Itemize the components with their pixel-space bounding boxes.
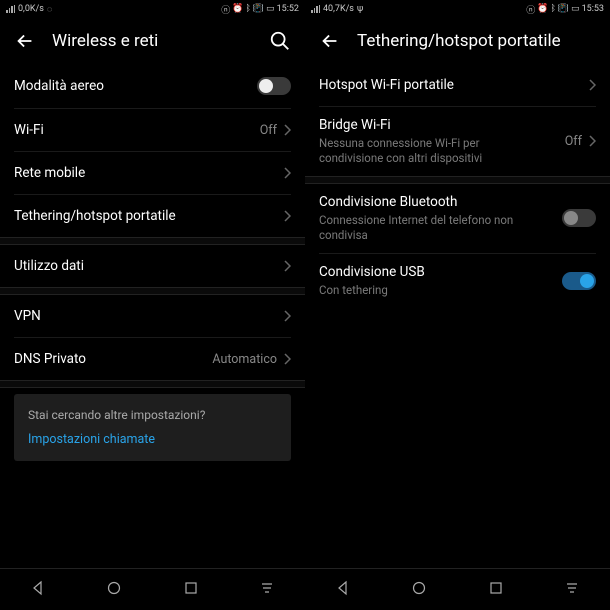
signal-icon: [6, 5, 15, 13]
status-time: 15:53: [582, 4, 604, 14]
battery-icon: ▭: [571, 4, 580, 14]
alarm-icon: ⏰: [232, 4, 243, 14]
mobile-network-item[interactable]: Rete mobile: [0, 152, 305, 194]
battery-icon: ▭: [266, 4, 275, 14]
chevron-right-icon: [283, 353, 291, 365]
nav-back-icon[interactable]: [30, 580, 46, 600]
navigation-bar: [305, 568, 610, 610]
airplane-mode-item[interactable]: Modalità aereo: [0, 64, 305, 108]
usb-toggle[interactable]: [562, 272, 596, 290]
vibrate-icon: 📳: [558, 4, 569, 14]
usb-label: Condivisione USB: [319, 264, 425, 280]
mobile-label: Rete mobile: [14, 165, 85, 181]
wifi-item[interactable]: Wi-Fi Off: [0, 109, 305, 151]
nfc-icon: ⓝ: [526, 3, 535, 16]
dns-value: Automatico: [212, 352, 277, 367]
search-card-title: Stai cercando altre impostazioni?: [28, 408, 277, 422]
hotspot-label: Hotspot Wi-Fi portatile: [319, 77, 454, 93]
airplane-label: Modalità aereo: [14, 78, 104, 94]
bridge-label: Bridge Wi-Fi: [319, 117, 519, 133]
bridge-value: Off: [565, 134, 582, 149]
wifi-label: Wi-Fi: [14, 122, 44, 138]
data-usage-label: Utilizzo dati: [14, 258, 84, 274]
phone-right: 40,7K/s ψ ⓝ ⏰ ᛒ 📳 ▭ 15:53 Tethering/hots…: [305, 0, 610, 610]
header: Tethering/hotspot portatile: [305, 18, 610, 64]
dns-item[interactable]: DNS Privato Automatico: [0, 338, 305, 380]
airplane-toggle[interactable]: [257, 77, 291, 95]
nav-drawer-icon[interactable]: [259, 580, 275, 600]
page-title: Wireless e reti: [52, 31, 253, 51]
bluetooth-sharing-item[interactable]: Condivisione Bluetooth Connessione Inter…: [305, 184, 610, 253]
status-bar: 0,0K/s ◌ ⓝ ⏰ ᛒ 📳 ▭ 15:52: [0, 0, 305, 18]
loading-icon: ◌: [47, 4, 52, 15]
chevron-right-icon: [283, 210, 291, 222]
usb-sharing-item[interactable]: Condivisione USB Con tethering: [305, 254, 610, 308]
vpn-label: VPN: [14, 308, 41, 324]
nfc-icon: ⓝ: [221, 3, 230, 16]
signal-icon: [311, 5, 320, 13]
usb-sub: Con tethering: [319, 283, 425, 298]
bt-label: Condivisione Bluetooth: [319, 194, 519, 210]
wifi-value: Off: [260, 123, 277, 138]
nav-home-icon[interactable]: [411, 580, 427, 600]
chevron-right-icon: [283, 260, 291, 272]
bluetooth-icon: ᛒ: [550, 4, 555, 14]
chevron-right-icon: [588, 135, 596, 147]
dns-label: DNS Privato: [14, 351, 86, 367]
chevron-right-icon: [283, 167, 291, 179]
network-speed: 40,7K/s: [323, 4, 354, 14]
data-usage-item[interactable]: Utilizzo dati: [0, 245, 305, 287]
network-speed: 0,0K/s: [18, 4, 44, 14]
bridge-sub: Nessuna connessione Wi-Fi per condivisio…: [319, 136, 519, 166]
nav-home-icon[interactable]: [106, 580, 122, 600]
settings-list: Modalità aereo Wi-Fi Off Rete mobile Tet…: [0, 64, 305, 568]
nav-drawer-icon[interactable]: [564, 580, 580, 600]
tethering-item[interactable]: Tethering/hotspot portatile: [0, 195, 305, 237]
search-icon[interactable]: [269, 30, 291, 52]
nav-recent-icon[interactable]: [183, 580, 199, 600]
phone-left: 0,0K/s ◌ ⓝ ⏰ ᛒ 📳 ▭ 15:52 Wireless e reti…: [0, 0, 305, 610]
alarm-icon: ⏰: [537, 4, 548, 14]
status-bar: 40,7K/s ψ ⓝ ⏰ ᛒ 📳 ▭ 15:53: [305, 0, 610, 18]
status-time: 15:52: [277, 4, 299, 14]
bridge-wifi-item[interactable]: Bridge Wi-Fi Nessuna connessione Wi-Fi p…: [305, 107, 610, 176]
call-settings-link[interactable]: Impostazioni chiamate: [28, 432, 277, 447]
back-icon[interactable]: [319, 30, 341, 52]
chevron-right-icon: [283, 124, 291, 136]
bt-sub: Connessione Internet del telefono non co…: [319, 213, 519, 243]
vpn-item[interactable]: VPN: [0, 295, 305, 337]
header: Wireless e reti: [0, 18, 305, 64]
chevron-right-icon: [588, 79, 596, 91]
search-suggestions-card: Stai cercando altre impostazioni? Impost…: [14, 394, 291, 461]
chevron-right-icon: [283, 310, 291, 322]
page-title: Tethering/hotspot portatile: [357, 31, 596, 51]
bluetooth-toggle[interactable]: [562, 209, 596, 227]
tethering-label: Tethering/hotspot portatile: [14, 208, 176, 224]
vibrate-icon: 📳: [253, 4, 264, 14]
nav-back-icon[interactable]: [335, 580, 351, 600]
hotspot-item[interactable]: Hotspot Wi-Fi portatile: [305, 64, 610, 106]
back-icon[interactable]: [14, 30, 36, 52]
usb-icon: ψ: [357, 4, 363, 14]
navigation-bar: [0, 568, 305, 610]
settings-list: Hotspot Wi-Fi portatile Bridge Wi-Fi Nes…: [305, 64, 610, 568]
nav-recent-icon[interactable]: [488, 580, 504, 600]
bluetooth-icon: ᛒ: [245, 4, 250, 14]
